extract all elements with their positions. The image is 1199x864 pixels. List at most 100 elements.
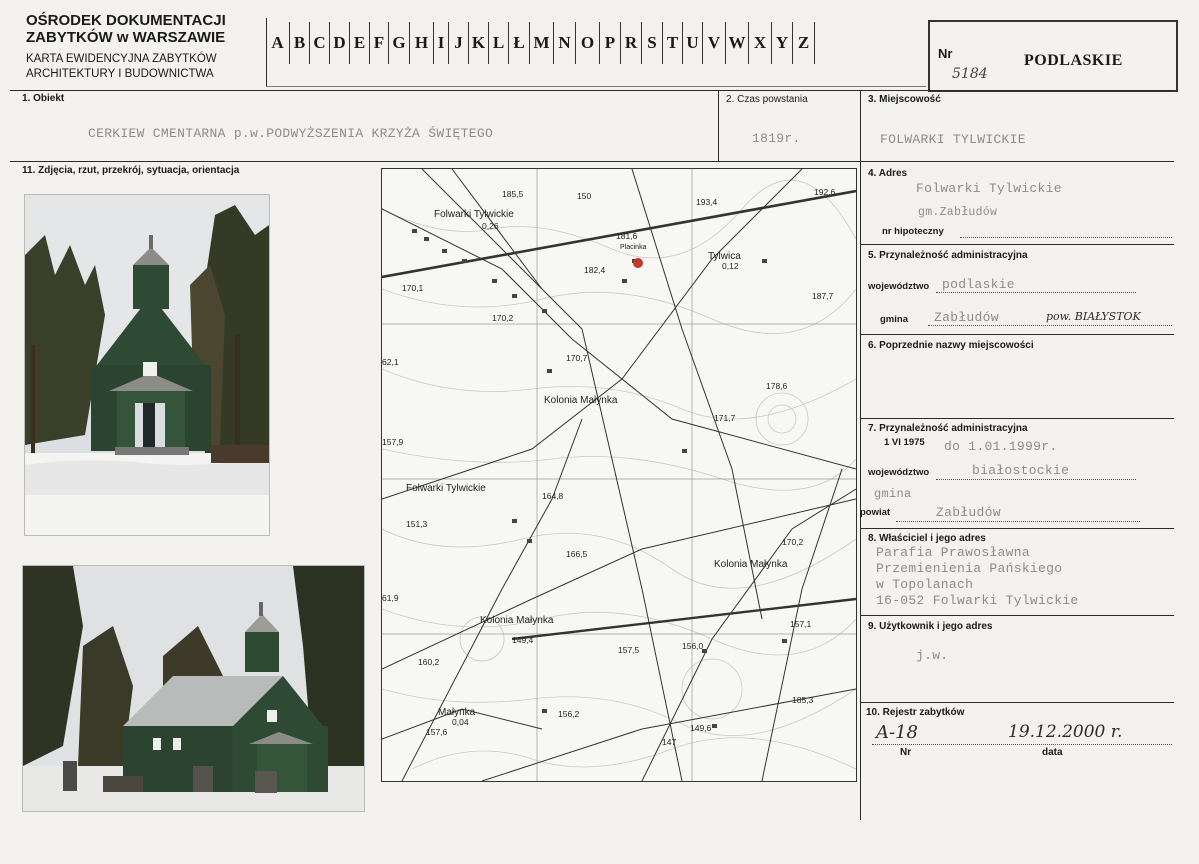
czas-label: 2. Czas powstania	[726, 94, 808, 105]
adres-label: 4. Adres	[868, 168, 908, 179]
map-label: 185,3	[792, 695, 814, 705]
obiekt-value: CERKIEW CMENTARNA p.w.PODWYŻSZENIA KRZYŻ…	[88, 126, 494, 141]
map-label: 193,4	[696, 197, 718, 207]
date-1975-label: 1 VI 1975	[884, 437, 925, 448]
letter-index: ABCDEFGHIJKLŁMNOPRSTUVWXYZ	[266, 22, 815, 64]
map-label: 182,4	[584, 265, 606, 275]
map-label: 149,6	[690, 723, 712, 733]
letter-index-item: M	[530, 22, 554, 64]
map-label: 0,04	[452, 717, 469, 727]
letter-index-item: I	[434, 22, 449, 64]
letter-index-item: O	[576, 22, 600, 64]
letter-index-item: L	[489, 22, 509, 64]
map-label: Folwarki Tylwickie	[406, 483, 486, 494]
letter-index-item: K	[469, 22, 489, 64]
date-1975-value: do 1.01.1999r.	[944, 439, 1058, 454]
inventory-card: OŚRODEK DOKUMENTACJI ZABYTKÓW w WARSZAWI…	[0, 0, 1199, 864]
map-label: 157,6	[426, 727, 448, 737]
letter-index-item: W	[726, 22, 749, 64]
map-label: 157,5	[618, 645, 640, 655]
miejscowosc-value: FOLWARKI TYLWICKIE	[880, 132, 1026, 147]
map-label: 149,4	[512, 635, 534, 645]
gmina-value: Zabłudów	[934, 310, 999, 325]
institution-line1: OŚRODEK DOKUMENTACJI	[26, 12, 226, 29]
gmina-handwritten: pow. BIAŁYSTOK	[1046, 310, 1141, 323]
map-label: 166,5	[566, 549, 588, 559]
miejscowosc-label: 3. Miejscowość	[868, 94, 941, 105]
subtitle-line1: KARTA EWIDENCYJNA ZABYTKÓW	[26, 53, 217, 65]
map-label: Kolonia Małynka	[544, 395, 618, 406]
wlasciciel-line: 16-052 Folwarki Tylwickie	[876, 593, 1079, 608]
powiat-label: powiat	[860, 507, 891, 518]
map-label: 185,5	[502, 189, 524, 199]
letter-index-item: S	[642, 22, 663, 64]
letter-index-item: H	[410, 22, 434, 64]
wojewodztwo-label: województwo	[868, 281, 930, 292]
map-label: 170,2	[492, 313, 514, 323]
letter-index-item: B	[290, 22, 310, 64]
map-label: 187,7	[812, 291, 834, 301]
letter-index-item: P	[600, 22, 621, 64]
przynaleznosc-1975-label: 7. Przynależność administracyjna	[868, 423, 1028, 434]
map-label: Folwarki Tylwickie	[434, 209, 514, 220]
wlasciciel-line: Przemienienia Pańskiego	[876, 561, 1063, 576]
letter-index-item: A	[266, 22, 290, 64]
powiat-value: Zabłudów	[936, 505, 1001, 520]
obiekt-label: 1. Obiekt	[22, 93, 65, 104]
church-photo-front	[24, 194, 270, 536]
zdjecia-label: 11. Zdjęcia, rzut, przekrój, sytuacja, o…	[22, 165, 240, 176]
letter-index-item: T	[663, 22, 683, 64]
letter-index-item: Ł	[509, 22, 530, 64]
rejestr-nr-label: Nr	[900, 747, 912, 758]
map-label: 170,7	[566, 353, 588, 363]
nr-box: Nr 5184 PODLASKIE	[928, 20, 1178, 92]
letter-index-item: E	[350, 22, 370, 64]
subtitle-line2: ARCHITEKTURY I BUDOWNICTWA	[26, 67, 214, 80]
map-label: 62,1	[382, 357, 399, 367]
map-label: 164,8	[542, 491, 564, 501]
map-label: 147	[662, 737, 676, 747]
uzytkownik-label: 9. Użytkownik i jego adres	[868, 621, 993, 632]
wlasciciel-line: Parafia Prawosławna	[876, 545, 1030, 560]
wlasciciel-address: Parafia Prawosławna Przemienienia Pański…	[876, 545, 1079, 609]
card-subtitle: KARTA EWIDENCYJNA ZABYTKÓW ARCHITEKTURY …	[26, 52, 217, 82]
map-label: 171,7	[714, 413, 736, 423]
letter-index-item: Y	[772, 22, 793, 64]
letter-index-item: Z	[793, 22, 815, 64]
map-label: 160,2	[418, 657, 440, 667]
letter-index-item: C	[310, 22, 330, 64]
letter-index-item: V	[703, 22, 726, 64]
institution-line2: ZABYTKÓW w WARSZAWIE	[26, 29, 226, 47]
wlasciciel-line: w Topolanach	[876, 577, 974, 592]
wojewodztwo2-value: białostockie	[972, 463, 1070, 478]
wojewodztwo-value: podlaskie	[942, 277, 1015, 292]
adres-line2: gm.Zabłudów	[918, 206, 998, 219]
map-label: 156,2	[558, 709, 580, 719]
map-label: Kolonia Małynka	[480, 615, 554, 626]
letter-index-item: J	[449, 22, 469, 64]
letter-index-item: X	[749, 22, 772, 64]
map-label: 178,6	[766, 381, 788, 391]
map-label: 61,9	[382, 593, 399, 603]
nr-label: Nr	[938, 46, 953, 61]
letter-index-item: N	[554, 22, 576, 64]
letter-index-item: F	[370, 22, 389, 64]
wojewodztwo2-label: województwo	[868, 467, 930, 478]
map-label: Kolonia Małynka	[714, 559, 788, 570]
gmina-label: gmina	[880, 314, 908, 325]
letter-index-item: D	[330, 22, 350, 64]
letter-index-item: G	[389, 22, 410, 64]
map-label: 192,6	[814, 187, 836, 197]
rejestr-label: 10. Rejestr zabytków	[866, 707, 965, 718]
church-photo-side	[22, 565, 365, 812]
map-label: 0,12	[722, 261, 739, 271]
institution-name: OŚRODEK DOKUMENTACJI ZABYTKÓW w WARSZAWI…	[26, 12, 226, 47]
map-label: 0,26	[482, 221, 499, 231]
map-label: 156,0	[682, 641, 704, 651]
letter-index-item: U	[683, 22, 703, 64]
location-map: 185,5 150 193,4 192,6 Folwarki Tylwickie…	[381, 168, 857, 782]
wlasciciel-label: 8. Właściciel i jego adres	[868, 533, 986, 544]
rejestr-data-value: 19.12.2000 r.	[1008, 722, 1123, 742]
region-label: PODLASKIE	[1024, 52, 1123, 69]
adres-line1: Folwarki Tylwickie	[916, 181, 1062, 196]
